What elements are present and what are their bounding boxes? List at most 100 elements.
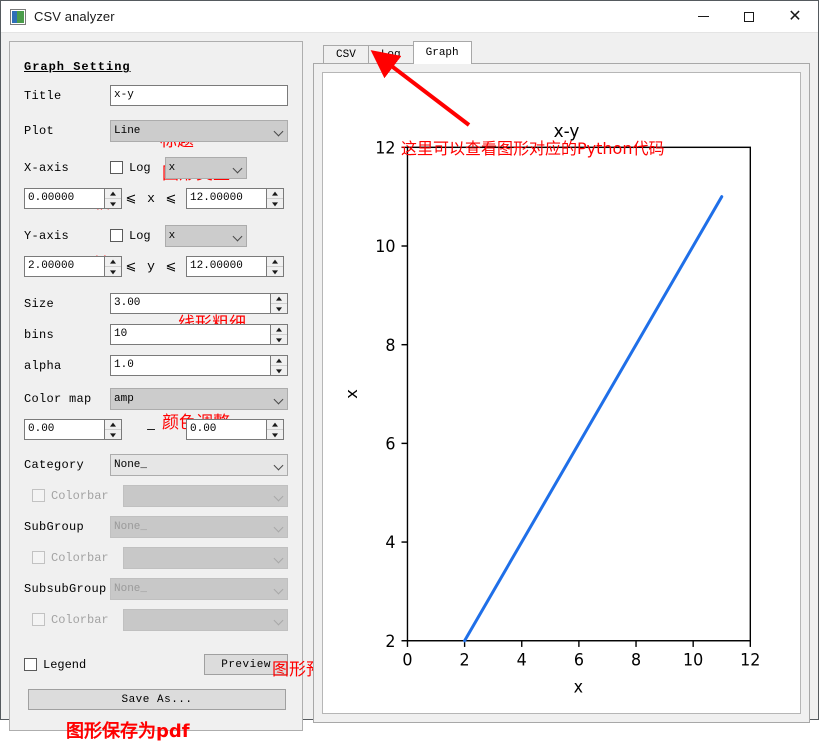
plot-type-dropdown[interactable]: Line bbox=[110, 119, 288, 142]
tab-log[interactable]: Log bbox=[367, 45, 414, 64]
title-input[interactable]: x-y bbox=[110, 85, 288, 106]
stepper-up-icon[interactable] bbox=[267, 257, 283, 266]
yaxis-min-stepper[interactable]: 2.00000 bbox=[24, 256, 122, 277]
stepper-buttons[interactable] bbox=[104, 189, 121, 208]
chevron-down-icon bbox=[274, 584, 284, 594]
chevron-down-icon bbox=[274, 491, 284, 501]
data-series-line bbox=[463, 195, 724, 643]
legend-check-group[interactable]: Legend bbox=[24, 658, 138, 672]
size-row: Size 3.00 bbox=[24, 288, 288, 319]
stepper-down-icon[interactable] bbox=[271, 365, 287, 375]
subsubgroup-colorbar-checkbox[interactable] bbox=[32, 613, 45, 626]
stepper-buttons[interactable] bbox=[270, 356, 287, 375]
subgroup-label: SubGroup bbox=[24, 519, 85, 534]
xaxis-log-checkbox[interactable] bbox=[110, 161, 123, 174]
stepper-buttons[interactable] bbox=[270, 294, 287, 313]
plot-label: Plot bbox=[24, 123, 55, 138]
xaxis-ineq-var: x bbox=[147, 191, 155, 206]
stepper-down-icon[interactable] bbox=[267, 429, 283, 439]
xaxis-min-stepper[interactable]: 0.00000 bbox=[24, 188, 122, 209]
stepper-buttons[interactable] bbox=[104, 420, 121, 439]
stepper-buttons[interactable] bbox=[266, 420, 283, 439]
category-colorbar-row: Colorbar bbox=[24, 480, 288, 511]
xaxis-ineq-left: ⩽ bbox=[125, 191, 137, 206]
matplotlib-figure: x-y 0 2 4 6 8 10 12 24681012 x x bbox=[342, 122, 760, 697]
colormap-dropdown[interactable]: amp bbox=[110, 387, 288, 410]
yaxis-ineq-var: y bbox=[147, 259, 155, 274]
size-label: Size bbox=[24, 296, 55, 311]
chevron-down-icon bbox=[274, 615, 284, 625]
stepper-up-icon[interactable] bbox=[267, 189, 283, 198]
stepper-up-icon[interactable] bbox=[271, 294, 287, 303]
yaxis-max-stepper[interactable]: 12.00000 bbox=[186, 256, 284, 277]
stepper-buttons[interactable] bbox=[266, 189, 283, 208]
svg-text:12: 12 bbox=[375, 138, 395, 157]
stepper-buttons[interactable] bbox=[266, 257, 283, 276]
chevron-down-icon bbox=[274, 522, 284, 532]
subgroup-colorbar-row: Colorbar bbox=[24, 542, 288, 573]
legend-checkbox[interactable] bbox=[24, 658, 37, 671]
stepper-up-icon[interactable] bbox=[271, 356, 287, 365]
plot-canvas: x-y 0 2 4 6 8 10 12 2 4 6 8 10 12 x x 这里可以查看图形对应的Py… bbox=[322, 72, 801, 714]
stepper-down-icon[interactable] bbox=[105, 266, 121, 276]
colormap-min-value: 0.00 bbox=[28, 423, 55, 435]
alpha-row: alpha 1.0 bbox=[24, 350, 288, 381]
colormap-min-stepper[interactable]: 0.00 bbox=[24, 419, 122, 440]
category-colorbar-check-group[interactable]: Colorbar bbox=[24, 489, 109, 503]
size-stepper[interactable]: 3.00 bbox=[110, 293, 288, 314]
yaxis-column-dropdown[interactable]: x bbox=[164, 224, 247, 247]
maximize-button[interactable] bbox=[726, 1, 772, 32]
preview-button[interactable]: Preview bbox=[204, 654, 288, 675]
title-label: Title bbox=[24, 88, 62, 103]
xaxis-max-stepper[interactable]: 12.00000 bbox=[186, 188, 284, 209]
xaxis-column-dropdown[interactable]: x bbox=[164, 156, 247, 179]
window-controls: ✕ bbox=[680, 1, 818, 32]
stepper-down-icon[interactable] bbox=[271, 303, 287, 313]
main-body: Graph Setting Title x-y 标题 Plot Line 图形类… bbox=[1, 33, 818, 742]
yrange-row: 2.00000 ⩽ y ⩽ 12.00000 bbox=[24, 251, 288, 282]
stepper-down-icon[interactable] bbox=[105, 198, 121, 208]
size-value: 3.00 bbox=[114, 297, 141, 309]
colormap-row: Color map amp bbox=[24, 383, 288, 414]
bins-value: 10 bbox=[114, 328, 128, 340]
colormap-max-stepper[interactable]: 0.00 bbox=[186, 419, 284, 440]
plot-row: Plot Line bbox=[24, 115, 288, 146]
stepper-down-icon[interactable] bbox=[267, 198, 283, 208]
maximize-icon bbox=[744, 11, 754, 22]
alpha-stepper[interactable]: 1.0 bbox=[110, 355, 288, 376]
xaxis-label: X-axis bbox=[24, 160, 70, 175]
stepper-up-icon[interactable] bbox=[267, 420, 283, 429]
close-button[interactable]: ✕ bbox=[772, 1, 818, 32]
subgroup-colorbar-checkbox[interactable] bbox=[32, 551, 45, 564]
stepper-up-icon[interactable] bbox=[271, 325, 287, 334]
subsubgroup-colorbar-check-group[interactable]: Colorbar bbox=[24, 613, 109, 627]
colorrange-row: 0.00 — 0.00 bbox=[24, 414, 288, 445]
stepper-buttons[interactable] bbox=[104, 257, 121, 276]
yaxis-row: Y-axis Log x bbox=[24, 220, 288, 251]
tabs-annotation: 这里可以查看图形对应的Python代码 bbox=[401, 139, 665, 158]
stepper-up-icon[interactable] bbox=[105, 420, 121, 429]
tab-graph[interactable]: Graph bbox=[412, 41, 472, 64]
chevron-down-icon bbox=[233, 163, 243, 173]
category-colorbar-checkbox[interactable] bbox=[32, 489, 45, 502]
tab-csv[interactable]: CSV bbox=[323, 45, 369, 64]
subsubgroup-colorbar-dropdown bbox=[122, 608, 288, 631]
legend-preview-row: Legend Preview bbox=[24, 649, 288, 680]
stepper-down-icon[interactable] bbox=[105, 429, 121, 439]
stepper-buttons[interactable] bbox=[270, 325, 287, 344]
bins-stepper[interactable]: 10 bbox=[110, 324, 288, 345]
yaxis-log-checkbox[interactable] bbox=[110, 229, 123, 242]
subsubgroup-row: SubsubGroup None_ bbox=[24, 573, 288, 604]
stepper-up-icon[interactable] bbox=[105, 257, 121, 266]
subgroup-colorbar-check-group[interactable]: Colorbar bbox=[24, 551, 109, 565]
y-axis-ticks: 2 4 6 8 10 12 bbox=[375, 138, 408, 651]
category-dropdown[interactable]: None_ bbox=[110, 453, 288, 476]
save-as-button[interactable]: Save As... bbox=[28, 689, 286, 710]
settings-panel: Graph Setting Title x-y 标题 Plot Line 图形类… bbox=[1, 33, 340, 742]
stepper-down-icon[interactable] bbox=[271, 334, 287, 344]
minimize-button[interactable] bbox=[680, 1, 726, 32]
subgroup-colorbar-label: Colorbar bbox=[51, 550, 109, 565]
app-icon bbox=[10, 8, 26, 25]
stepper-up-icon[interactable] bbox=[105, 189, 121, 198]
stepper-down-icon[interactable] bbox=[267, 266, 283, 276]
